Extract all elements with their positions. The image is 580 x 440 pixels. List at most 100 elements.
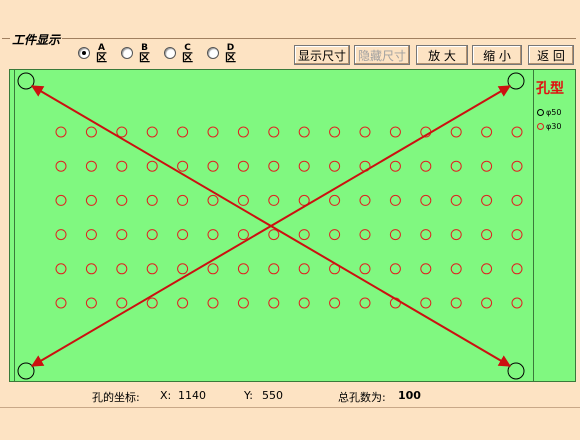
show-dimensions-button[interactable]: 显示尺寸 [294,45,350,65]
hole-marker[interactable] [85,126,97,138]
hole-marker[interactable] [268,126,280,138]
hole-marker[interactable] [177,297,189,309]
hole-marker[interactable] [329,229,341,241]
hole-marker[interactable] [450,160,462,172]
hole-marker[interactable] [207,126,219,138]
hole-marker[interactable] [298,229,310,241]
hole-marker[interactable] [481,263,493,275]
hole-marker[interactable] [55,263,67,275]
hole-marker[interactable] [85,263,97,275]
hole-marker[interactable] [511,229,523,241]
hole-marker[interactable] [237,194,249,206]
hole-marker[interactable] [268,194,280,206]
hole-marker[interactable] [207,297,219,309]
hide-dimensions-button[interactable]: 隐藏尺寸 [354,45,410,65]
hole-marker[interactable] [268,297,280,309]
hole-marker[interactable] [420,229,432,241]
hole-marker[interactable] [146,263,158,275]
hole-marker[interactable] [237,297,249,309]
hole-marker[interactable] [481,229,493,241]
hole-marker[interactable] [481,160,493,172]
hole-marker[interactable] [268,229,280,241]
radio-dot-b[interactable] [121,47,133,59]
hole-marker[interactable] [298,297,310,309]
hole-marker[interactable] [116,229,128,241]
hole-marker[interactable] [298,160,310,172]
radio-area-d[interactable]: D区 [207,43,236,63]
hole-marker[interactable] [268,263,280,275]
zoom-in-button[interactable]: 放 大 [416,45,468,65]
hole-marker[interactable] [207,160,219,172]
hole-marker[interactable] [237,126,249,138]
zoom-out-button[interactable]: 缩 小 [472,45,522,65]
radio-dot-d[interactable] [207,47,219,59]
hole-marker[interactable] [450,126,462,138]
hole-marker[interactable] [481,126,493,138]
hole-marker[interactable] [511,194,523,206]
hole-marker[interactable] [55,160,67,172]
hole-marker[interactable] [511,126,523,138]
hole-marker[interactable] [420,297,432,309]
hole-marker[interactable] [177,126,189,138]
hole-marker[interactable] [481,194,493,206]
hole-marker[interactable] [359,229,371,241]
hole-marker[interactable] [389,194,401,206]
hole-marker[interactable] [481,297,493,309]
hole-marker[interactable] [177,229,189,241]
hole-marker[interactable] [116,160,128,172]
hole-marker[interactable] [207,194,219,206]
hole-marker[interactable] [329,194,341,206]
hole-marker[interactable] [237,229,249,241]
hole-marker[interactable] [298,263,310,275]
hole-marker[interactable] [237,263,249,275]
hole-marker[interactable] [329,126,341,138]
hole-marker[interactable] [146,126,158,138]
hole-marker[interactable] [85,160,97,172]
hole-marker[interactable] [55,229,67,241]
hole-marker[interactable] [268,160,280,172]
hole-marker[interactable] [450,194,462,206]
hole-marker[interactable] [177,160,189,172]
hole-marker[interactable] [389,160,401,172]
hole-marker[interactable] [146,229,158,241]
hole-marker[interactable] [116,194,128,206]
hole-marker[interactable] [511,160,523,172]
hole-marker[interactable] [389,263,401,275]
hole-marker[interactable] [237,160,249,172]
radio-dot-c[interactable] [164,47,176,59]
hole-marker[interactable] [359,126,371,138]
radio-area-a[interactable]: A区 [78,43,107,63]
hole-marker[interactable] [420,194,432,206]
hole-marker[interactable] [450,263,462,275]
hole-marker[interactable] [207,229,219,241]
hole-marker[interactable] [146,160,158,172]
hole-marker[interactable] [359,297,371,309]
hole-marker[interactable] [177,263,189,275]
hole-marker[interactable] [359,263,371,275]
hole-marker[interactable] [389,229,401,241]
radio-area-b[interactable]: B区 [121,43,150,63]
hole-marker[interactable] [359,194,371,206]
hole-marker[interactable] [85,194,97,206]
hole-marker[interactable] [329,160,341,172]
hole-marker[interactable] [85,229,97,241]
hole-marker[interactable] [420,160,432,172]
corner-hole-bottom-right[interactable] [507,362,525,380]
corner-hole-top-left[interactable] [17,72,35,90]
hole-marker[interactable] [146,194,158,206]
hole-marker[interactable] [116,297,128,309]
corner-hole-bottom-left[interactable] [17,362,35,380]
hole-marker[interactable] [298,126,310,138]
radio-dot-a[interactable] [78,47,90,59]
hole-marker[interactable] [207,263,219,275]
hole-marker[interactable] [55,194,67,206]
hole-marker[interactable] [450,297,462,309]
radio-area-c[interactable]: C区 [164,43,193,63]
workpiece-plot[interactable] [9,69,534,382]
hole-marker[interactable] [55,297,67,309]
hole-marker[interactable] [55,126,67,138]
back-button[interactable]: 返 回 [528,45,574,65]
hole-marker[interactable] [511,297,523,309]
hole-marker[interactable] [389,126,401,138]
corner-hole-top-right[interactable] [507,72,525,90]
